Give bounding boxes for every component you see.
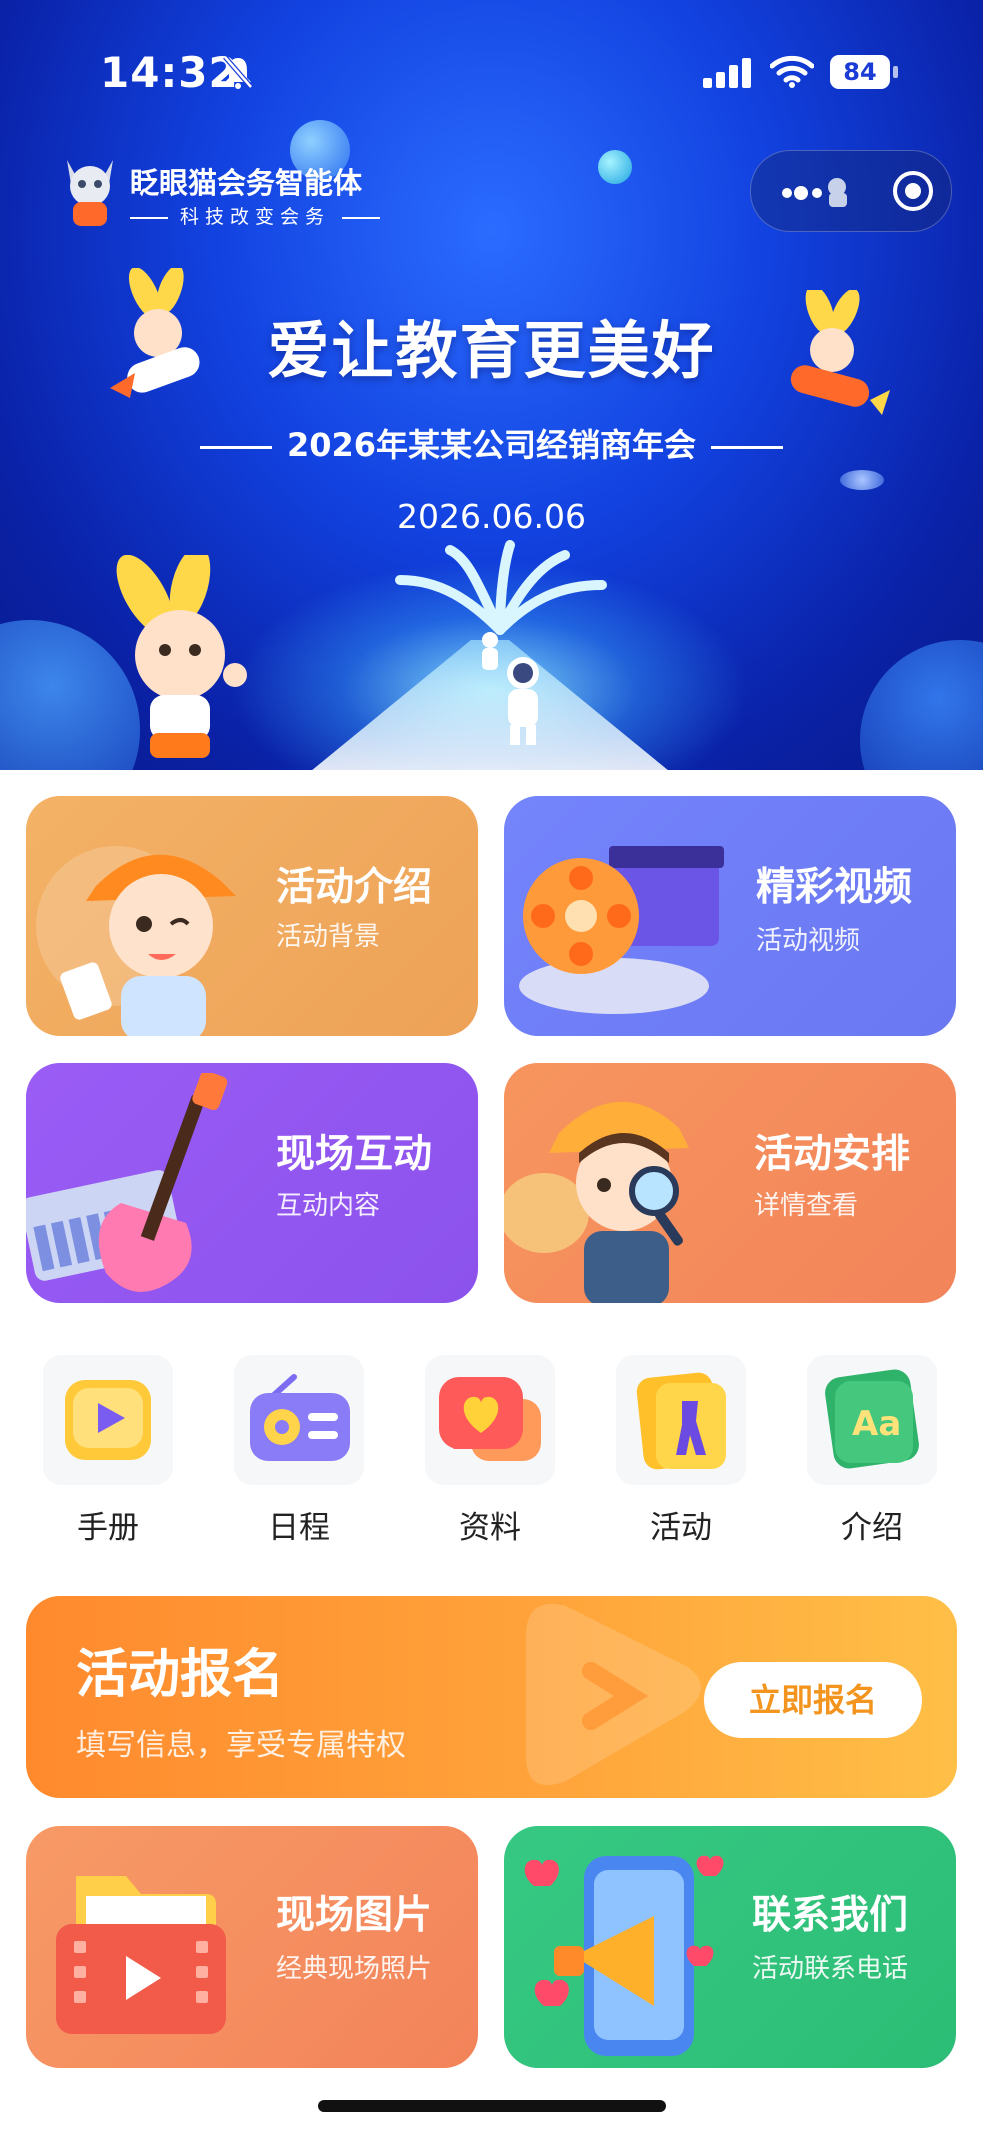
status-bar: 14:32 84 xyxy=(0,0,983,130)
battery-tip xyxy=(893,66,898,78)
schedule-card[interactable]: 活动安排 详情查看 xyxy=(504,1063,956,1303)
megaphone-phone-illustration xyxy=(524,1855,724,2056)
planet-decoration xyxy=(840,470,884,490)
grid-label: 资料 xyxy=(459,1510,521,1546)
cellular-signal-icon xyxy=(703,58,751,88)
grid-tile xyxy=(43,1355,173,1485)
hero-subtitle: 2026年某某公司经销商年会 xyxy=(0,420,983,466)
planet-decoration xyxy=(860,640,983,770)
photos-card[interactable]: 现场图片 经典现场照片 xyxy=(26,1826,478,2068)
card-subtitle: 经典现场照片 xyxy=(276,1954,433,1984)
contact-card[interactable]: 联系我们 活动联系电话 xyxy=(504,1826,956,2068)
grid-label: 手册 xyxy=(77,1510,139,1546)
card-subtitle: 活动背景 xyxy=(276,922,381,952)
more-dots-icon[interactable] xyxy=(781,173,861,213)
grid-label: 活动 xyxy=(650,1510,712,1546)
grid-label: 日程 xyxy=(268,1510,330,1546)
activity-intro-card[interactable]: 活动介绍 活动背景 xyxy=(26,796,478,1036)
card-subtitle: 活动联系电话 xyxy=(752,1954,909,1984)
hero-banner: 14:32 84 眨眼猫会务智能体 科技改变会务 爱让教育更美好 2026年某某… xyxy=(0,0,983,770)
svg-text:Aa: Aa xyxy=(852,1404,901,1444)
status-time: 14:32 xyxy=(100,48,239,97)
folder-video-illustration xyxy=(56,1876,226,2034)
card-title: 活动安排 xyxy=(754,1132,911,1177)
home-indicator[interactable] xyxy=(318,2100,666,2112)
card-subtitle: 活动视频 xyxy=(756,926,861,956)
film-reel-illustration xyxy=(519,846,724,1014)
card-subtitle: 详情查看 xyxy=(754,1191,859,1221)
video-book-icon xyxy=(65,1380,151,1460)
grid-tile xyxy=(616,1355,746,1485)
grid-tile xyxy=(425,1355,555,1485)
wifi-icon xyxy=(770,55,814,88)
rabbit-mascot xyxy=(116,555,247,758)
grid-tile: Aa xyxy=(807,1355,937,1485)
play-triangle-decoration xyxy=(526,1604,701,1786)
grid-item-handbook[interactable]: 手册 xyxy=(40,1355,180,1555)
astronaut-figure xyxy=(507,657,539,745)
divider xyxy=(130,216,168,219)
divider xyxy=(711,445,784,449)
brand-name: 眨眼猫会务智能体 xyxy=(130,166,363,200)
divider xyxy=(342,216,381,219)
slogan-text: 科技改变会务 xyxy=(180,206,331,228)
card-title: 活动介绍 xyxy=(276,865,433,910)
letters-aa-icon: Aa xyxy=(825,1369,919,1469)
giraffe-icon xyxy=(636,1372,726,1470)
cat-mascot-logo xyxy=(67,160,113,226)
video-card[interactable]: 精彩视频 活动视频 xyxy=(504,796,956,1036)
close-target-icon[interactable] xyxy=(891,169,935,213)
grid-item-schedule[interactable]: 日程 xyxy=(231,1355,371,1555)
card-title: 联系我们 xyxy=(752,1893,909,1938)
guitar-keyboard-illustration xyxy=(26,1073,228,1292)
hero-subtitle-text: 2026年某某公司经销商年会 xyxy=(286,426,697,464)
mini-program-capsule xyxy=(750,150,952,232)
bell-muted-icon xyxy=(223,55,253,89)
card-subtitle: 互动内容 xyxy=(276,1191,381,1221)
card-title: 现场互动 xyxy=(276,1132,433,1177)
card-title: 现场图片 xyxy=(276,1893,433,1938)
heart-chat-icon xyxy=(439,1377,541,1461)
detective-boy-illustration xyxy=(504,1101,689,1303)
grid-tile xyxy=(234,1355,364,1485)
register-now-button[interactable]: 立即报名 xyxy=(704,1662,922,1738)
card-title: 精彩视频 xyxy=(756,865,913,910)
banner-subtitle: 填写信息，享受专属特权 xyxy=(76,1728,406,1763)
brand-slogan: 科技改变会务 xyxy=(130,202,381,229)
grid-item-intro[interactable]: Aa 介绍 xyxy=(804,1355,944,1555)
banner-title: 活动报名 xyxy=(76,1645,285,1705)
book-illustration xyxy=(395,540,607,635)
astronaut-figure xyxy=(482,632,498,670)
hero-title: 爱让教育更美好 xyxy=(267,314,716,387)
grid-item-activity[interactable]: 活动 xyxy=(613,1355,753,1555)
interaction-card[interactable]: 现场互动 互动内容 xyxy=(26,1063,478,1303)
registration-banner[interactable]: 活动报名 填写信息，享受专属特权 立即报名 xyxy=(26,1596,957,1798)
grid-item-materials[interactable]: 资料 xyxy=(422,1355,562,1555)
planet-decoration xyxy=(598,150,632,184)
hero-date: 2026.06.06 xyxy=(397,497,586,536)
radio-icon xyxy=(250,1374,350,1461)
boy-hardhat-illustration xyxy=(36,846,236,1036)
battery-level: 84 xyxy=(830,55,890,89)
divider xyxy=(199,445,272,449)
grid-label: 介绍 xyxy=(841,1510,903,1546)
